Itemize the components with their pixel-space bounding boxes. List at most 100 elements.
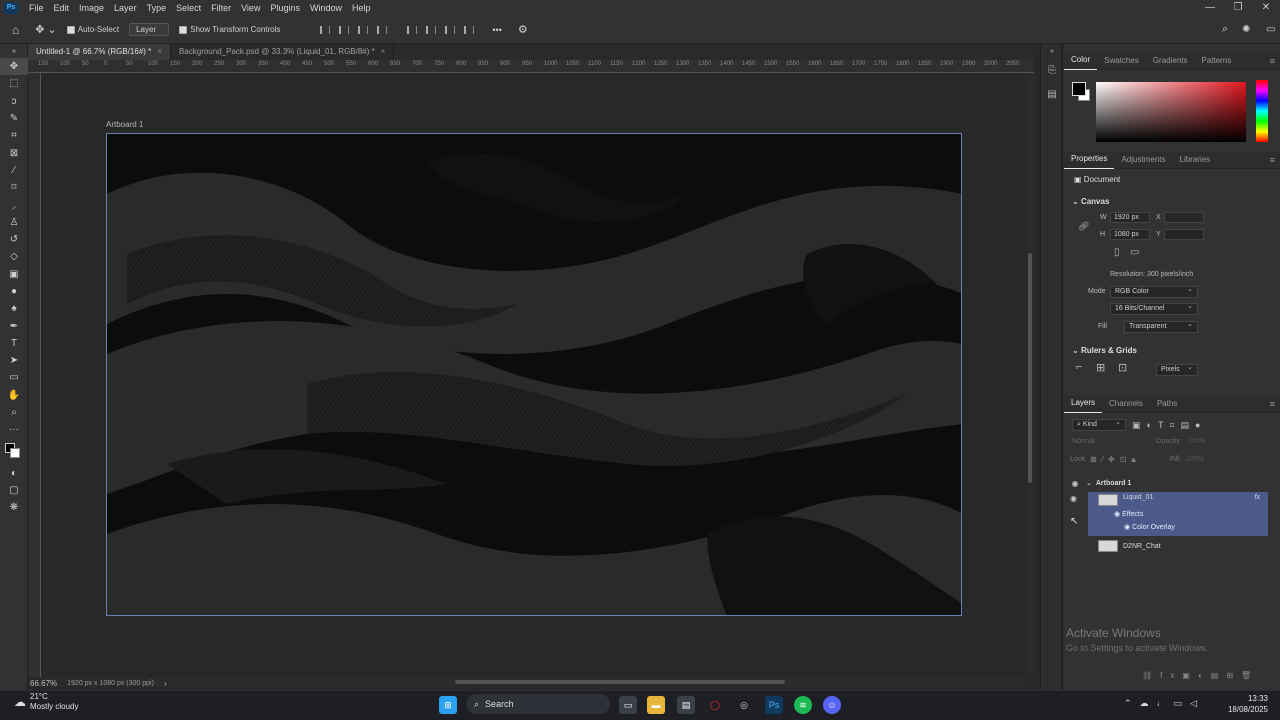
crop-tool-icon[interactable]: ⌗ (0, 127, 28, 144)
quick-mask-icon[interactable]: ◐ (0, 465, 28, 482)
opera-icon[interactable]: ◯ (706, 696, 724, 714)
discover-icon[interactable]: ✺ (1242, 24, 1250, 35)
move-tool-preset-icon[interactable]: ✥ ⌄ (35, 23, 57, 36)
workspace-icon[interactable]: ▭ (1266, 24, 1275, 35)
align-center-icon[interactable] (339, 25, 350, 34)
ruler-toggle-icon[interactable]: ⌐ (1076, 361, 1082, 373)
align-distribute-icon[interactable] (377, 25, 388, 34)
menu-layer[interactable]: Layer (109, 3, 142, 13)
menu-edit[interactable]: Edit (49, 3, 75, 13)
onedrive-icon[interactable]: ☁ (1140, 698, 1149, 709)
layer-filter-icons[interactable]: ▣◐T⌗▤● (1132, 420, 1206, 431)
blend-mode-dropdown[interactable]: Normal (1072, 438, 1095, 445)
auto-select-checkbox[interactable]: Auto-Select (66, 25, 119, 34)
fill-dropdown[interactable]: Transparent (1124, 320, 1198, 333)
opacity-input[interactable]: 100% (1188, 438, 1206, 445)
close-icon[interactable]: ✕ (1252, 0, 1280, 16)
chevron-down-icon[interactable]: ⌄ (1086, 479, 1092, 487)
tab-properties[interactable]: Properties (1064, 150, 1115, 169)
x-input[interactable] (1164, 212, 1204, 223)
landscape-orientation-icon[interactable]: ▭ (1130, 247, 1139, 258)
menu-file[interactable]: File (24, 3, 49, 13)
eraser-tool-icon[interactable]: ◇ (0, 248, 28, 265)
weather-widget[interactable]: ☁ 21°C Mostly cloudy (14, 692, 78, 712)
canvas-section-title[interactable]: ⌄ Canvas (1072, 197, 1109, 206)
horizontal-scroll-thumb[interactable] (455, 680, 785, 684)
dodge-tool-icon[interactable]: ♠ (0, 300, 28, 317)
search-icon[interactable]: ⌕ (1222, 23, 1228, 36)
artboard-canvas[interactable] (106, 133, 962, 616)
comments-panel-icon[interactable]: ▤ (1041, 82, 1063, 106)
mode-dropdown[interactable]: RGB Color (1110, 285, 1198, 298)
tab-close-icon[interactable]: × (381, 47, 386, 56)
path-select-tool-icon[interactable]: ➤ (0, 352, 28, 369)
healing-brush-tool-icon[interactable]: ⌑ (0, 179, 28, 196)
zoom-level[interactable]: 66.67% (30, 679, 57, 688)
color-overlay-row[interactable]: ◉ Color Overlay (1124, 523, 1175, 531)
vertical-ruler[interactable] (28, 73, 41, 677)
volume-icon[interactable]: ◁ (1190, 698, 1197, 709)
more-tools-icon[interactable]: ··· (0, 421, 28, 438)
minimize-icon[interactable]: — (1196, 0, 1224, 16)
width-input[interactable]: 1920 px (1110, 212, 1150, 223)
layer-artboard-1[interactable]: ◉ ⌄ Artboard 1 (1064, 476, 1280, 490)
lock-icons[interactable]: ⊠⁄✥⊡🔒︎ (1090, 455, 1141, 465)
link-dimensions-icon[interactable]: 🔗︎ (1078, 221, 1089, 232)
taskbar-search[interactable]: ⌕ Search (466, 694, 610, 714)
color-swatches-icon[interactable] (0, 439, 28, 465)
generative-icon[interactable]: ❋ (0, 499, 28, 516)
align-left-icon[interactable] (320, 25, 331, 34)
microphone-icon[interactable]: ♩ (1157, 698, 1166, 709)
menu-type[interactable]: Type (142, 3, 172, 13)
collapse-panels-icon[interactable]: « (1041, 44, 1063, 58)
visibility-eye-icon[interactable]: ◉ (1070, 494, 1077, 503)
units-dropdown[interactable]: Pixels (1156, 363, 1198, 376)
stamp-tool-icon[interactable]: ♙ (0, 214, 28, 231)
panel-menu-icon[interactable]: ≡ (1270, 155, 1275, 165)
history-brush-tool-icon[interactable]: ↺ (0, 231, 28, 248)
hue-slider[interactable] (1256, 80, 1268, 142)
menu-view[interactable]: View (236, 3, 265, 13)
tab-swatches[interactable]: Swatches (1097, 52, 1146, 70)
network-icon[interactable]: ▭ (1174, 698, 1183, 709)
foreground-color-swatch[interactable] (1072, 82, 1086, 96)
align-middle-icon[interactable] (426, 25, 437, 34)
visibility-eye-icon[interactable]: ◉ (1124, 524, 1130, 531)
menu-window[interactable]: Window (305, 3, 347, 13)
chrome-icon[interactable]: ◎ (735, 696, 753, 714)
bit-depth-dropdown[interactable]: 16 Bits/Channel (1110, 302, 1198, 315)
tab-channels[interactable]: Channels (1102, 395, 1150, 413)
tray-overflow-icon[interactable]: ⌃ (1124, 698, 1132, 709)
gradient-tool-icon[interactable]: ▣ (0, 266, 28, 283)
y-input[interactable] (1164, 229, 1204, 240)
portrait-orientation-icon[interactable]: ▯ (1114, 247, 1120, 258)
color-picker-field[interactable] (1096, 82, 1246, 142)
effects-row[interactable]: ◉ Effects (1114, 510, 1143, 518)
layer-d2nr-chat[interactable]: D2NR_Chat (1088, 539, 1268, 553)
discord-icon[interactable]: ☺ (823, 696, 841, 714)
pen-tool-icon[interactable]: ✒ (0, 317, 28, 334)
height-input[interactable]: 1080 px (1110, 229, 1150, 240)
layer-select-dropdown[interactable]: Layer (129, 23, 170, 36)
task-view-icon[interactable]: ▭ (619, 696, 637, 714)
spotify-icon[interactable]: ≋ (794, 696, 812, 714)
align-right-icon[interactable] (358, 25, 369, 34)
align-top-icon[interactable] (407, 25, 418, 34)
move-tool-icon[interactable]: ✥ (0, 58, 28, 76)
home-icon[interactable]: ⌂ (12, 23, 19, 37)
hand-tool-icon[interactable]: ✋ (0, 387, 28, 404)
tab-adjustments[interactable]: Adjustments (1114, 151, 1172, 169)
tab-paths[interactable]: Paths (1150, 395, 1184, 413)
menu-select[interactable]: Select (171, 3, 206, 13)
lasso-tool-icon[interactable]: ↄ (0, 93, 28, 110)
visibility-eye-icon[interactable]: ◉ (1114, 511, 1120, 518)
visibility-eye-icon[interactable]: ◉ (1070, 479, 1080, 488)
tab-libraries[interactable]: Libraries (1173, 151, 1218, 169)
tab-color[interactable]: Color (1064, 51, 1098, 70)
history-panel-icon[interactable]: ⎘ (1041, 58, 1063, 82)
vertical-scrollbar[interactable] (1026, 73, 1034, 677)
tab-layers[interactable]: Layers (1064, 394, 1103, 413)
menu-plugins[interactable]: Plugins (265, 3, 305, 13)
store-icon[interactable]: ▤ (677, 696, 695, 714)
quick-select-tool-icon[interactable]: ✎ (0, 110, 28, 127)
